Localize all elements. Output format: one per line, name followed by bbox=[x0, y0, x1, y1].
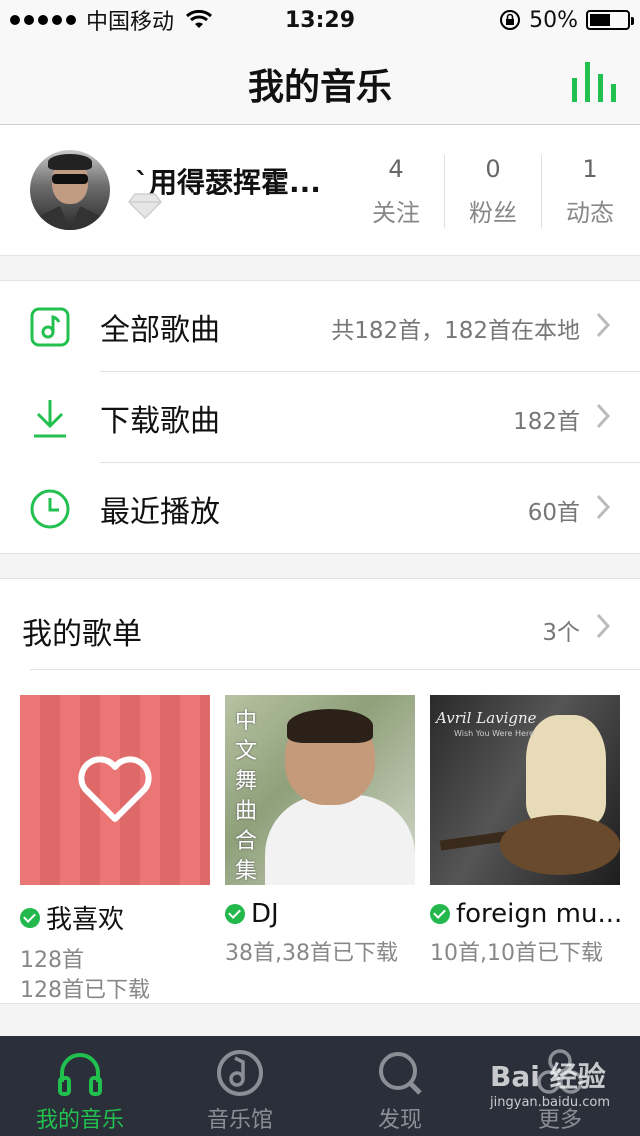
tab-music-hall[interactable]: 音乐馆 bbox=[160, 1036, 320, 1136]
tab-label: 我的音乐 bbox=[35, 1108, 124, 1133]
page-title: 我的音乐 bbox=[247, 67, 392, 108]
stat-followers[interactable]: 0 粉丝 bbox=[444, 155, 541, 228]
chevron-right-icon[interactable] bbox=[596, 613, 610, 639]
battery-icon bbox=[586, 10, 634, 30]
tab-label: 音乐馆 bbox=[206, 1108, 273, 1133]
playlist-name: 我喜欢 bbox=[46, 905, 125, 935]
downloaded-check-icon bbox=[225, 904, 245, 924]
playlist-cover[interactable] bbox=[20, 695, 210, 885]
playlist-name-row: foreign mu... bbox=[430, 899, 623, 929]
navigation-bar: 我的音乐 bbox=[0, 40, 640, 125]
signal-strength-icon bbox=[10, 15, 76, 25]
tab-label: 发现 bbox=[377, 1108, 422, 1133]
menu-item-downloads[interactable]: 下载歌曲 182首 bbox=[0, 372, 640, 462]
now-playing-icon[interactable] bbox=[570, 62, 620, 102]
playlist-name: foreign mu... bbox=[456, 899, 623, 929]
playlists-section: 我的歌单 3个 我喜欢 128首 128首已下载 中文舞曲合集 DJ 38首,3… bbox=[0, 578, 640, 1004]
baidu-watermark: Bai 经验 jingyan.baidu.com bbox=[490, 1055, 610, 1110]
menu-item-detail: 182首 bbox=[513, 409, 580, 435]
playlist-info: 128首 128首已下载 bbox=[20, 946, 210, 1006]
watermark-sub: jingyan.baidu.com bbox=[490, 1095, 610, 1110]
music-disc-icon bbox=[217, 1050, 263, 1096]
playlist-download-status: 128首已下载 bbox=[20, 978, 150, 1003]
playlist-song-count: 10首,10首已下载 bbox=[430, 941, 603, 966]
playlist-card-foreign[interactable]: Avril Lavigne Wish You Were Here foreign… bbox=[430, 695, 623, 969]
cover-title: 中文舞曲合集 bbox=[235, 709, 258, 884]
diamond-icon bbox=[128, 193, 162, 219]
menu-item-detail: 60首 bbox=[527, 500, 580, 526]
watermark-main: Bai 经验 bbox=[490, 1060, 606, 1093]
profile-card[interactable]: ˋ用得瑟挥霍... 4 关注 0 粉丝 1 动态 bbox=[0, 125, 640, 256]
menu-item-recent[interactable]: 最近播放 60首 bbox=[0, 463, 640, 553]
cover-subtitle: Wish You Were Here bbox=[454, 729, 534, 738]
wifi-icon bbox=[186, 10, 213, 28]
stat-label: 动态 bbox=[566, 199, 614, 227]
avatar[interactable] bbox=[30, 150, 110, 230]
playlist-card-favorites[interactable]: 我喜欢 128首 128首已下载 bbox=[20, 695, 210, 1006]
playlist-cover[interactable]: 中文舞曲合集 bbox=[225, 695, 415, 885]
divider bbox=[30, 669, 640, 670]
tab-my-music[interactable]: 我的音乐 bbox=[0, 1036, 160, 1136]
stat-label: 关注 bbox=[372, 199, 420, 227]
stat-posts[interactable]: 1 动态 bbox=[541, 155, 638, 228]
menu-item-label: 最近播放 bbox=[100, 495, 220, 530]
cover-title: Avril Lavigne bbox=[436, 709, 537, 727]
status-bar: 中国移动 13:29 50% bbox=[0, 0, 640, 40]
playlist-name-row: 我喜欢 bbox=[20, 899, 210, 936]
downloaded-check-icon bbox=[20, 907, 40, 928]
rotation-lock-icon bbox=[500, 10, 521, 30]
chevron-right-icon bbox=[596, 312, 610, 338]
stat-number: 4 bbox=[388, 155, 404, 183]
playlist-cover[interactable]: Avril Lavigne Wish You Were Here bbox=[430, 695, 620, 885]
chevron-right-icon bbox=[596, 494, 610, 520]
downloaded-check-icon bbox=[430, 904, 450, 924]
playlist-song-count: 128首 bbox=[20, 948, 84, 973]
playlist-song-count: 38首,38首已下载 bbox=[225, 941, 398, 966]
section-title: 我的歌单 bbox=[22, 617, 142, 652]
stat-label: 粉丝 bbox=[469, 199, 517, 227]
carrier-label: 中国移动 bbox=[86, 10, 175, 35]
heart-icon bbox=[78, 756, 152, 822]
chevron-right-icon bbox=[596, 403, 610, 429]
playlist-info: 10首,10首已下载 bbox=[430, 939, 620, 969]
menu-item-label: 全部歌曲 bbox=[100, 313, 220, 348]
playlist-name-row: DJ bbox=[225, 899, 415, 929]
search-icon bbox=[379, 1052, 422, 1095]
playlist-name: DJ bbox=[251, 899, 279, 929]
username: ˋ用得瑟挥霍... bbox=[135, 166, 321, 199]
battery-percent: 50% bbox=[529, 7, 578, 33]
music-note-icon bbox=[30, 307, 70, 347]
menu-item-all-songs[interactable]: 全部歌曲 共182首，182首在本地 bbox=[0, 281, 640, 371]
library-menu: 全部歌曲 共182首，182首在本地 下载歌曲 182首 最近播放 60首 bbox=[0, 280, 640, 554]
headphones-icon bbox=[58, 1053, 102, 1096]
playlist-info: 38首,38首已下载 bbox=[225, 939, 415, 969]
stat-number: 1 bbox=[582, 155, 598, 183]
download-icon bbox=[34, 400, 66, 438]
profile-stats: 4 关注 0 粉丝 1 动态 bbox=[348, 155, 638, 228]
menu-item-label: 下载歌曲 bbox=[100, 404, 220, 439]
stat-following[interactable]: 4 关注 bbox=[348, 155, 444, 228]
stat-number: 0 bbox=[485, 155, 501, 183]
menu-item-detail: 共182首，182首在本地 bbox=[331, 318, 580, 344]
tab-discover[interactable]: 发现 bbox=[320, 1036, 480, 1136]
playlist-card-dj[interactable]: 中文舞曲合集 DJ 38首,38首已下载 bbox=[225, 695, 415, 969]
playlist-count[interactable]: 3个 bbox=[542, 613, 580, 647]
clock-icon bbox=[30, 489, 70, 529]
